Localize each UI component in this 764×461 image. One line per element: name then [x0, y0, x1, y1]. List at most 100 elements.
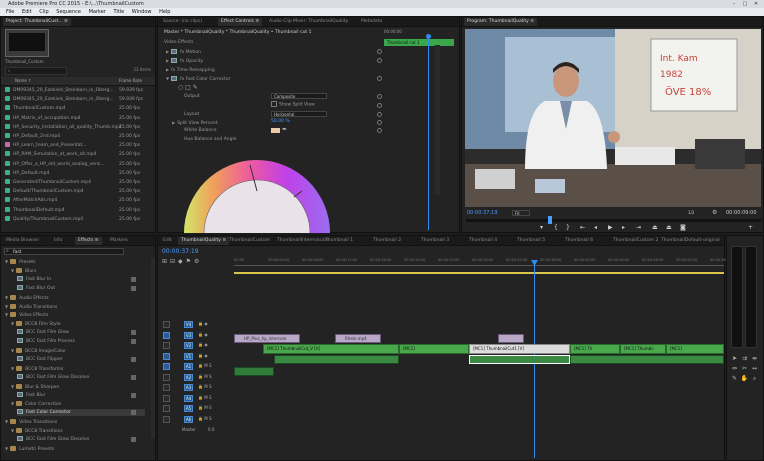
effects-item[interactable]: BCC Fast Flipper [17, 355, 136, 363]
lift-icon[interactable]: ⏏ [652, 224, 658, 232]
track-label[interactable]: A4 [184, 394, 193, 402]
project-item[interactable]: HP_Default_2nd.mp4 25.00 fps [5, 133, 153, 140]
mute-solo-icon[interactable]: 🔒 M S [198, 395, 212, 400]
clip-v1-selected[interactable] [469, 355, 570, 364]
bin-thumbnail[interactable] [5, 29, 49, 57]
tab-effects[interactable]: Effects ≡ [75, 237, 102, 245]
timeline-tab[interactable]: Thumbnail 1 [322, 237, 356, 245]
fx-time-remap-row[interactable]: ▶ fx Time Remapping [166, 66, 215, 73]
step-back-icon[interactable]: ◂ [594, 224, 597, 232]
col-name-header[interactable]: Name ↑ [15, 78, 31, 83]
program-timecode[interactable]: 00:00:37:19 [467, 210, 498, 216]
wrench-icon[interactable]: ⚙ [712, 209, 717, 216]
track-select-tool-icon[interactable]: ⇉ [740, 354, 749, 363]
tab-project[interactable]: Project: ThumbnailCust... ≡ [3, 18, 71, 26]
effects-folder[interactable]: ▼ BCC8 Transforms [11, 365, 63, 372]
go-to-out-icon[interactable]: ⇥ [636, 224, 641, 232]
program-playhead[interactable] [548, 216, 552, 224]
slip-tool-icon[interactable]: ↔ [750, 364, 759, 373]
project-item[interactable]: Default/ThumbnailCustom.mp4 25.00 fps [5, 188, 153, 195]
disclosure-triangle-icon[interactable]: ▼ [11, 366, 14, 371]
mark-out-icon[interactable]: } [566, 224, 570, 232]
effects-scrollbar[interactable] [151, 258, 155, 438]
show-split-checkbox[interactable]: Show Split View [271, 101, 315, 108]
hand-tool-icon[interactable]: ✋ [740, 374, 749, 383]
fit-select[interactable]: Fit [512, 210, 530, 216]
effects-item[interactable]: Fast Blur Out [17, 284, 136, 292]
source-patch-toggle[interactable] [163, 331, 170, 339]
project-item[interactable]: ThumbnailDefault.mp4 25.00 fps [5, 206, 153, 214]
effects-folder[interactable]: ▼ Blurs [11, 267, 36, 274]
source-patch-toggle[interactable] [163, 321, 170, 328]
reset-icon[interactable] [377, 120, 382, 125]
mute-solo-icon[interactable]: 🔒 M S [198, 405, 212, 410]
clip-v3-rhein[interactable]: Rhein.mp4 [335, 334, 381, 343]
play-icon[interactable]: ▶ [608, 224, 613, 232]
timeline-tab[interactable]: ThumbnailCustom 2 [610, 237, 661, 245]
effects-folder[interactable]: ▼ Video Effects [5, 311, 48, 318]
split-percent-value[interactable]: 50.00 % [271, 119, 290, 124]
effects-folder[interactable]: ▼ Presets [5, 258, 35, 265]
timeline-tab[interactable]: Thumbnail 4 [466, 237, 500, 245]
project-item[interactable]: ThumbnailCustom.mp4 25.00 fps [5, 105, 153, 112]
project-item[interactable]: Quality/ThumbnailCustom.mp4 25.00 fps [5, 215, 153, 223]
track-label[interactable]: A1 [184, 363, 193, 370]
toggle-output-icon[interactable]: 🔒 ◉ [198, 342, 208, 347]
reset-icon[interactable] [377, 128, 382, 133]
ec-playhead[interactable] [428, 35, 429, 230]
effects-folder[interactable]: ▼ BCC8 Transitions [11, 427, 63, 434]
razor-tool-icon[interactable]: ✂ [740, 364, 749, 373]
disclosure-triangle-icon[interactable]: ▼ [11, 428, 14, 433]
track-label[interactable]: A3 [184, 384, 193, 391]
close-icon[interactable]: ✕ [752, 1, 760, 7]
mute-solo-icon[interactable]: 🔒 M S [198, 363, 212, 368]
project-item[interactable]: HP_Default.mp4 25.00 fps [5, 169, 153, 177]
effects-folder[interactable]: ▼ BCC8 Image/Color [11, 347, 66, 354]
menu-clip[interactable]: Clip [39, 8, 48, 16]
clip-v2-mc1-th[interactable]: [MC1] Th [570, 344, 620, 354]
source-patch-toggle[interactable] [163, 394, 170, 402]
track-label[interactable]: A6 [184, 415, 193, 423]
timeline-ruler[interactable]: 00:00 00:00:04:00 00:00:08:00 00:00:12:00 00… [234, 248, 731, 274]
disclosure-triangle-icon[interactable]: ▼ [5, 259, 8, 264]
clip-a1-audio[interactable] [234, 367, 274, 376]
track-label[interactable]: V1 [184, 352, 193, 360]
project-item[interactable]: DM09345_20_Ezekiels_Steinborn_in_Oberg..… [5, 96, 153, 103]
reset-icon[interactable] [377, 76, 382, 81]
mute-solo-icon[interactable]: 🔒 M S [198, 384, 212, 389]
toggle-output-icon[interactable]: 🔒 ◉ [198, 353, 208, 358]
clip-v2-mc1-a[interactable]: [MC1] [399, 344, 469, 354]
zoom-tool-icon[interactable]: ⌕ [750, 374, 759, 383]
menu-marker[interactable]: Marker [89, 8, 106, 16]
add-button-icon[interactable]: + [748, 224, 753, 232]
eyedropper-icon[interactable]: ✒ [282, 126, 287, 133]
tab-effect-controls[interactable]: Effect Controls ≡ [218, 18, 263, 26]
track-label[interactable]: A2 [184, 373, 193, 381]
hue-color-wheel[interactable] [182, 143, 332, 233]
timeline-tab[interactable]: ThumbnailQuality ≡ [178, 237, 230, 245]
effects-item[interactable]: BCC Fast Film Glow Dissolve [17, 436, 136, 443]
ec-clip-bar[interactable]: Thumbnail cut 1 [384, 39, 454, 46]
clip-v3-small[interactable] [498, 334, 524, 343]
effects-folder[interactable]: ▼ Video Transitions [5, 418, 57, 425]
track-label[interactable]: V3 [184, 331, 193, 339]
effects-folder[interactable]: ▼ Blur & Sharpen [11, 383, 59, 390]
source-patch-toggle[interactable] [163, 384, 170, 391]
reset-icon[interactable] [377, 103, 382, 108]
tab-media-browser[interactable]: Media Browser [3, 237, 42, 245]
timeline-tab[interactable]: Thumbnail 2 [370, 237, 404, 245]
program-video-frame[interactable]: Int. Kam 1982 ÖVE 18% [465, 29, 761, 207]
effects-folder[interactable]: ▼ Audio Effects [5, 294, 49, 301]
clip-v2-thumbnailcut1-selected[interactable]: [MC1] ThumbnailCut1 [V] [469, 344, 570, 354]
minimize-icon[interactable]: – [730, 1, 738, 7]
clip-v3-hp-intercom[interactable]: HP_Plus_hp_intercom [234, 334, 300, 343]
toggle-output-icon[interactable]: 🔒 ◉ [198, 321, 208, 326]
effects-folder[interactable]: ▼ Audio Transitions [5, 303, 57, 310]
disclosure-triangle-icon[interactable]: ▼ [11, 401, 14, 406]
source-patch-toggle[interactable] [163, 363, 170, 370]
go-to-in-icon[interactable]: ⇤ [580, 224, 585, 232]
disclosure-triangle-icon[interactable]: ▼ [11, 268, 14, 273]
reset-icon[interactable] [377, 94, 382, 99]
toggle-output-icon[interactable]: 🔒 ◉ [198, 332, 208, 337]
output-select[interactable]: Composite [271, 93, 327, 99]
